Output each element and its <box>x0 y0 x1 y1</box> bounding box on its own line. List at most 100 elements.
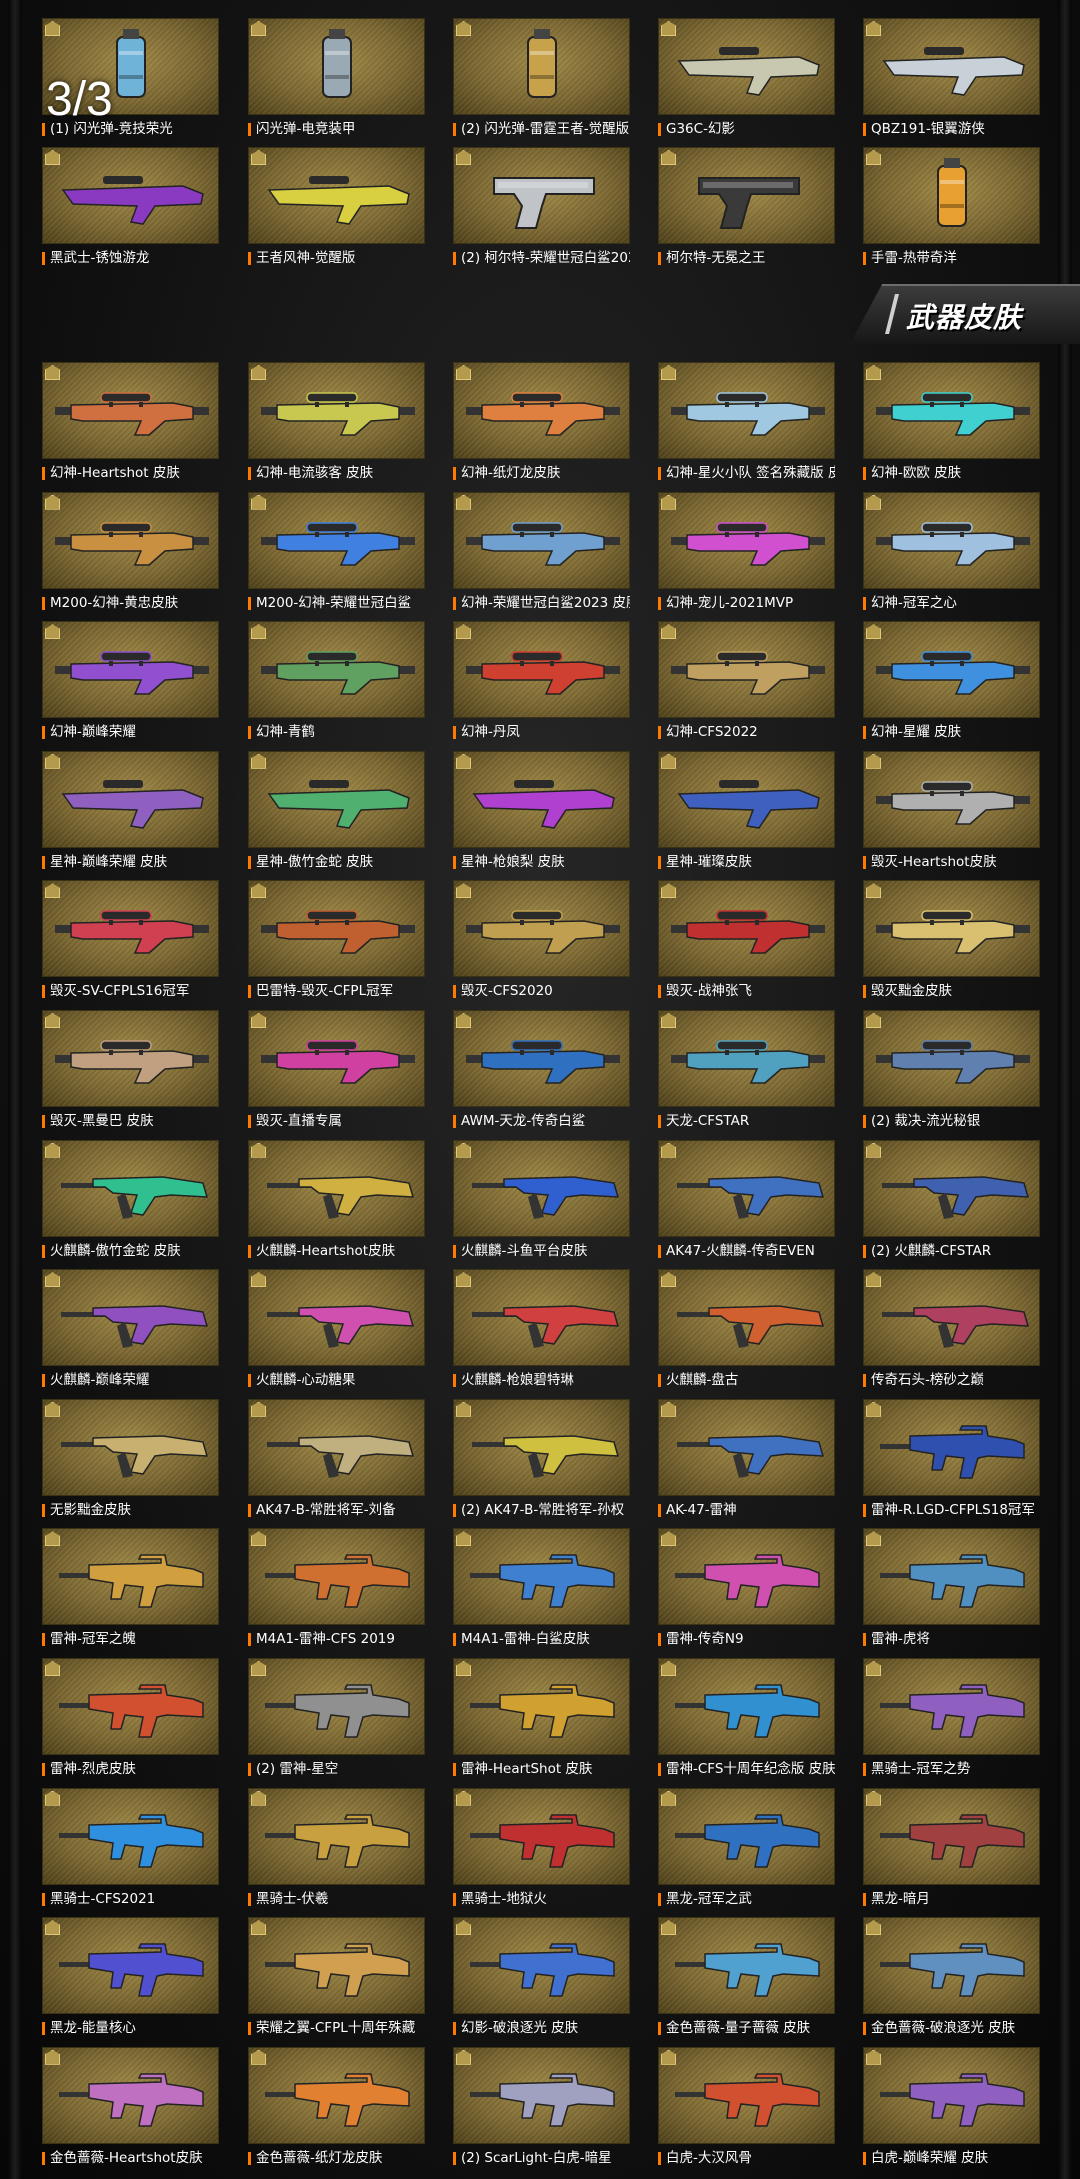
item-card[interactable]: M4A1-雷神-CFS 2019 <box>248 1528 425 1653</box>
item-card[interactable]: 幻神-星耀 皮肤 <box>863 621 1040 746</box>
item-card[interactable]: AWM-天龙-传奇白鲨 <box>453 1010 630 1135</box>
item-label: 白虎-大汉风骨 <box>658 2149 835 2167</box>
item-card[interactable]: 传奇石头-榜砂之巅 <box>863 1269 1040 1394</box>
item-card[interactable]: 荣耀之翼-CFPL十周年殊藏 <box>248 1917 425 2042</box>
item-card[interactable]: 毁灭-战神张飞 <box>658 880 835 1005</box>
item-card[interactable]: 毁灭-黑曼巴 皮肤 <box>42 1010 219 1135</box>
m4-icon <box>265 1813 410 1868</box>
item-card[interactable]: 幻神-宠儿-2021MVP <box>658 491 835 617</box>
item-card[interactable]: 火麒麟-Heartshot皮肤 <box>248 1139 425 1265</box>
item-card[interactable]: (2) 裁决-流光秘银 <box>863 1010 1040 1135</box>
item-label: 黑龙-能量核心 <box>42 2019 219 2037</box>
item-card[interactable]: 雷神-虎将 <box>863 1528 1040 1653</box>
item-card[interactable]: 幻神-电流骇客 皮肤 <box>248 362 425 487</box>
item-card[interactable]: 黑骑士-CFS2021 <box>42 1787 219 1913</box>
item-card[interactable]: M4A1-雷神-白鲨皮肤 <box>453 1528 630 1653</box>
item-card[interactable]: 幻神-欧欧 皮肤 <box>863 362 1040 487</box>
item-card[interactable]: 火麒麟-枪娘碧特琳 <box>453 1269 630 1394</box>
item-card[interactable]: 金色蔷薇-破浪逐光 皮肤 <box>863 1917 1040 2042</box>
item-card[interactable]: AK47-B-常胜将军-刘备 <box>248 1398 425 1524</box>
item-card[interactable]: 雷神-传奇N9 <box>658 1528 835 1653</box>
item-card[interactable]: 金色蔷薇-量子蔷薇 皮肤 <box>658 1917 835 2042</box>
item-card[interactable]: 幻神-巅峰荣耀 <box>42 621 219 746</box>
item-card[interactable]: 无影黜金皮肤 <box>42 1398 219 1524</box>
item-card[interactable]: 毁灭-CFS2020 <box>453 880 630 1005</box>
item-card[interactable]: 毁灭-直播专属 <box>248 1010 425 1135</box>
item-card[interactable]: 星神-傲竹金蛇 皮肤 <box>248 750 425 876</box>
item-card[interactable]: 雷神-烈虎皮肤 <box>42 1658 219 1783</box>
m4-icon <box>470 1813 615 1868</box>
item-card[interactable]: 幻神-纸灯龙皮肤 <box>453 362 630 487</box>
item-card[interactable]: 火麒麟-傲竹金蛇 皮肤 <box>42 1139 219 1265</box>
item-card[interactable]: 幻影-破浪逐光 皮肤 <box>453 1917 630 2042</box>
grenade-icon <box>937 158 967 227</box>
item-tile <box>42 1528 219 1626</box>
item-label: 幻神-Heartshot 皮肤 <box>42 464 219 482</box>
item-card[interactable]: G36C-幻影 <box>658 18 835 143</box>
item-card[interactable]: 黑龙-冠军之武 <box>658 1787 835 1913</box>
item-card[interactable]: 黑骑士-伏羲 <box>248 1787 425 1913</box>
item-card[interactable]: 巴雷特-毁灭-CFPL冠军 <box>248 880 425 1005</box>
page-indicator: 3/3 <box>46 73 113 126</box>
item-card[interactable]: 白虎-巅峰荣耀 皮肤 <box>863 2046 1040 2172</box>
item-card[interactable]: 金色蔷薇-纸灯龙皮肤 <box>248 2046 425 2172</box>
item-card[interactable]: 黑龙-能量核心 <box>42 1917 219 2042</box>
ak-icon <box>267 1305 415 1349</box>
item-card[interactable]: 雷神-HeartShot 皮肤 <box>453 1658 630 1783</box>
item-card[interactable]: 白虎-大汉风骨 <box>658 2046 835 2172</box>
item-card[interactable]: 星神-巅峰荣耀 皮肤 <box>42 750 219 876</box>
item-card[interactable]: (2) 柯尔特-荣耀世冠白鲨2023 <box>453 147 630 272</box>
item-card[interactable]: 火麒麟-斗鱼平台皮肤 <box>453 1139 630 1265</box>
item-card[interactable]: 毁灭黜金皮肤 <box>863 880 1040 1005</box>
sniper-icon <box>876 1040 1030 1084</box>
item-card[interactable]: 幻神-青鹤 <box>248 621 425 746</box>
item-label: 幻神-巅峰荣耀 <box>42 723 219 741</box>
item-card[interactable]: 火麒麟-巅峰荣耀 <box>42 1269 219 1394</box>
m4-icon <box>675 1684 820 1738</box>
item-card[interactable]: 闪光弹-电竞装甲 <box>248 18 425 143</box>
item-card[interactable]: 火麒麟-盘古 <box>658 1269 835 1394</box>
item-card[interactable]: 毁灭-SV-CFPLS16冠军 <box>42 880 219 1005</box>
item-label: (2) 雷神-星空 <box>248 1760 425 1778</box>
item-card[interactable]: 柯尔特-无冕之王 <box>658 147 835 272</box>
item-card[interactable]: 黑骑士-冠军之势 <box>863 1658 1040 1783</box>
item-card[interactable]: 天龙-CFSTAR <box>658 1010 835 1135</box>
item-card[interactable]: 星神-璀璨皮肤 <box>658 750 835 876</box>
item-label: 毁灭-黑曼巴 皮肤 <box>42 1112 219 1130</box>
item-card[interactable]: QBZ191-银翼游侠 <box>863 18 1040 143</box>
item-card[interactable]: 星神-枪娘梨 皮肤 <box>453 750 630 876</box>
item-tile <box>248 1917 425 2015</box>
item-card[interactable]: 雷神-R.LGD-CFPLS18冠军 <box>863 1398 1040 1524</box>
item-card[interactable]: 幻神-丹凤 <box>453 621 630 746</box>
item-label: 火麒麟-傲竹金蛇 皮肤 <box>42 1242 219 1260</box>
item-card[interactable]: (2) 闪光弹-雷霆王者-觉醒版 <box>453 18 630 143</box>
item-card[interactable]: 雷神-CFS十周年纪念版 皮肤 <box>658 1658 835 1783</box>
item-tile <box>658 18 835 115</box>
item-card[interactable]: 黑龙-暗月 <box>863 1787 1040 1913</box>
item-card[interactable]: 火麒麟-心动糖果 <box>248 1269 425 1394</box>
item-label: (2) 裁决-流光秘银 <box>863 1112 1040 1130</box>
item-card[interactable]: (2) ScarLight-白虎-暗星 <box>453 2046 630 2172</box>
banner-accent <box>885 294 899 334</box>
item-card[interactable]: 幻神-荣耀世冠白鲨2023 皮肤 <box>453 491 630 617</box>
item-card[interactable]: (2) 火麒麟-CFSTAR <box>863 1139 1040 1265</box>
item-card[interactable]: 黑骑士-地狱火 <box>453 1787 630 1913</box>
item-card[interactable]: 王者风神-觉醒版 <box>248 147 425 272</box>
item-card[interactable]: 幻神-冠军之心 <box>863 491 1040 617</box>
item-card[interactable]: 黑武士-锈蚀游龙 <box>42 147 219 272</box>
item-card[interactable]: (2) AK47-B-常胜将军-孙权 <box>453 1398 630 1524</box>
item-card[interactable]: 毁灭-Heartshot皮肤 <box>863 750 1040 876</box>
rifle-icon <box>61 779 204 829</box>
item-tile <box>453 18 630 115</box>
item-card[interactable]: M200-幻神-黄忠皮肤 <box>42 491 219 617</box>
item-card[interactable]: 手雷-热带奇洋 <box>863 147 1040 272</box>
item-card[interactable]: 金色蔷薇-Heartshot皮肤 <box>42 2046 219 2172</box>
item-card[interactable]: AK-47-雷神 <box>658 1398 835 1524</box>
item-card[interactable]: 雷神-冠军之魄 <box>42 1528 219 1653</box>
item-card[interactable]: 幻神-CFS2022 <box>658 621 835 746</box>
item-card[interactable]: 幻神-星火小队 签名殊藏版 皮肤 <box>658 362 835 487</box>
item-card[interactable]: AK47-火麒麟-传奇EVEN <box>658 1139 835 1265</box>
item-card[interactable]: (2) 雷神-星空 <box>248 1658 425 1783</box>
item-card[interactable]: 幻神-Heartshot 皮肤 <box>42 362 219 487</box>
item-card[interactable]: M200-幻神-荣耀世冠白鲨 <box>248 491 425 617</box>
